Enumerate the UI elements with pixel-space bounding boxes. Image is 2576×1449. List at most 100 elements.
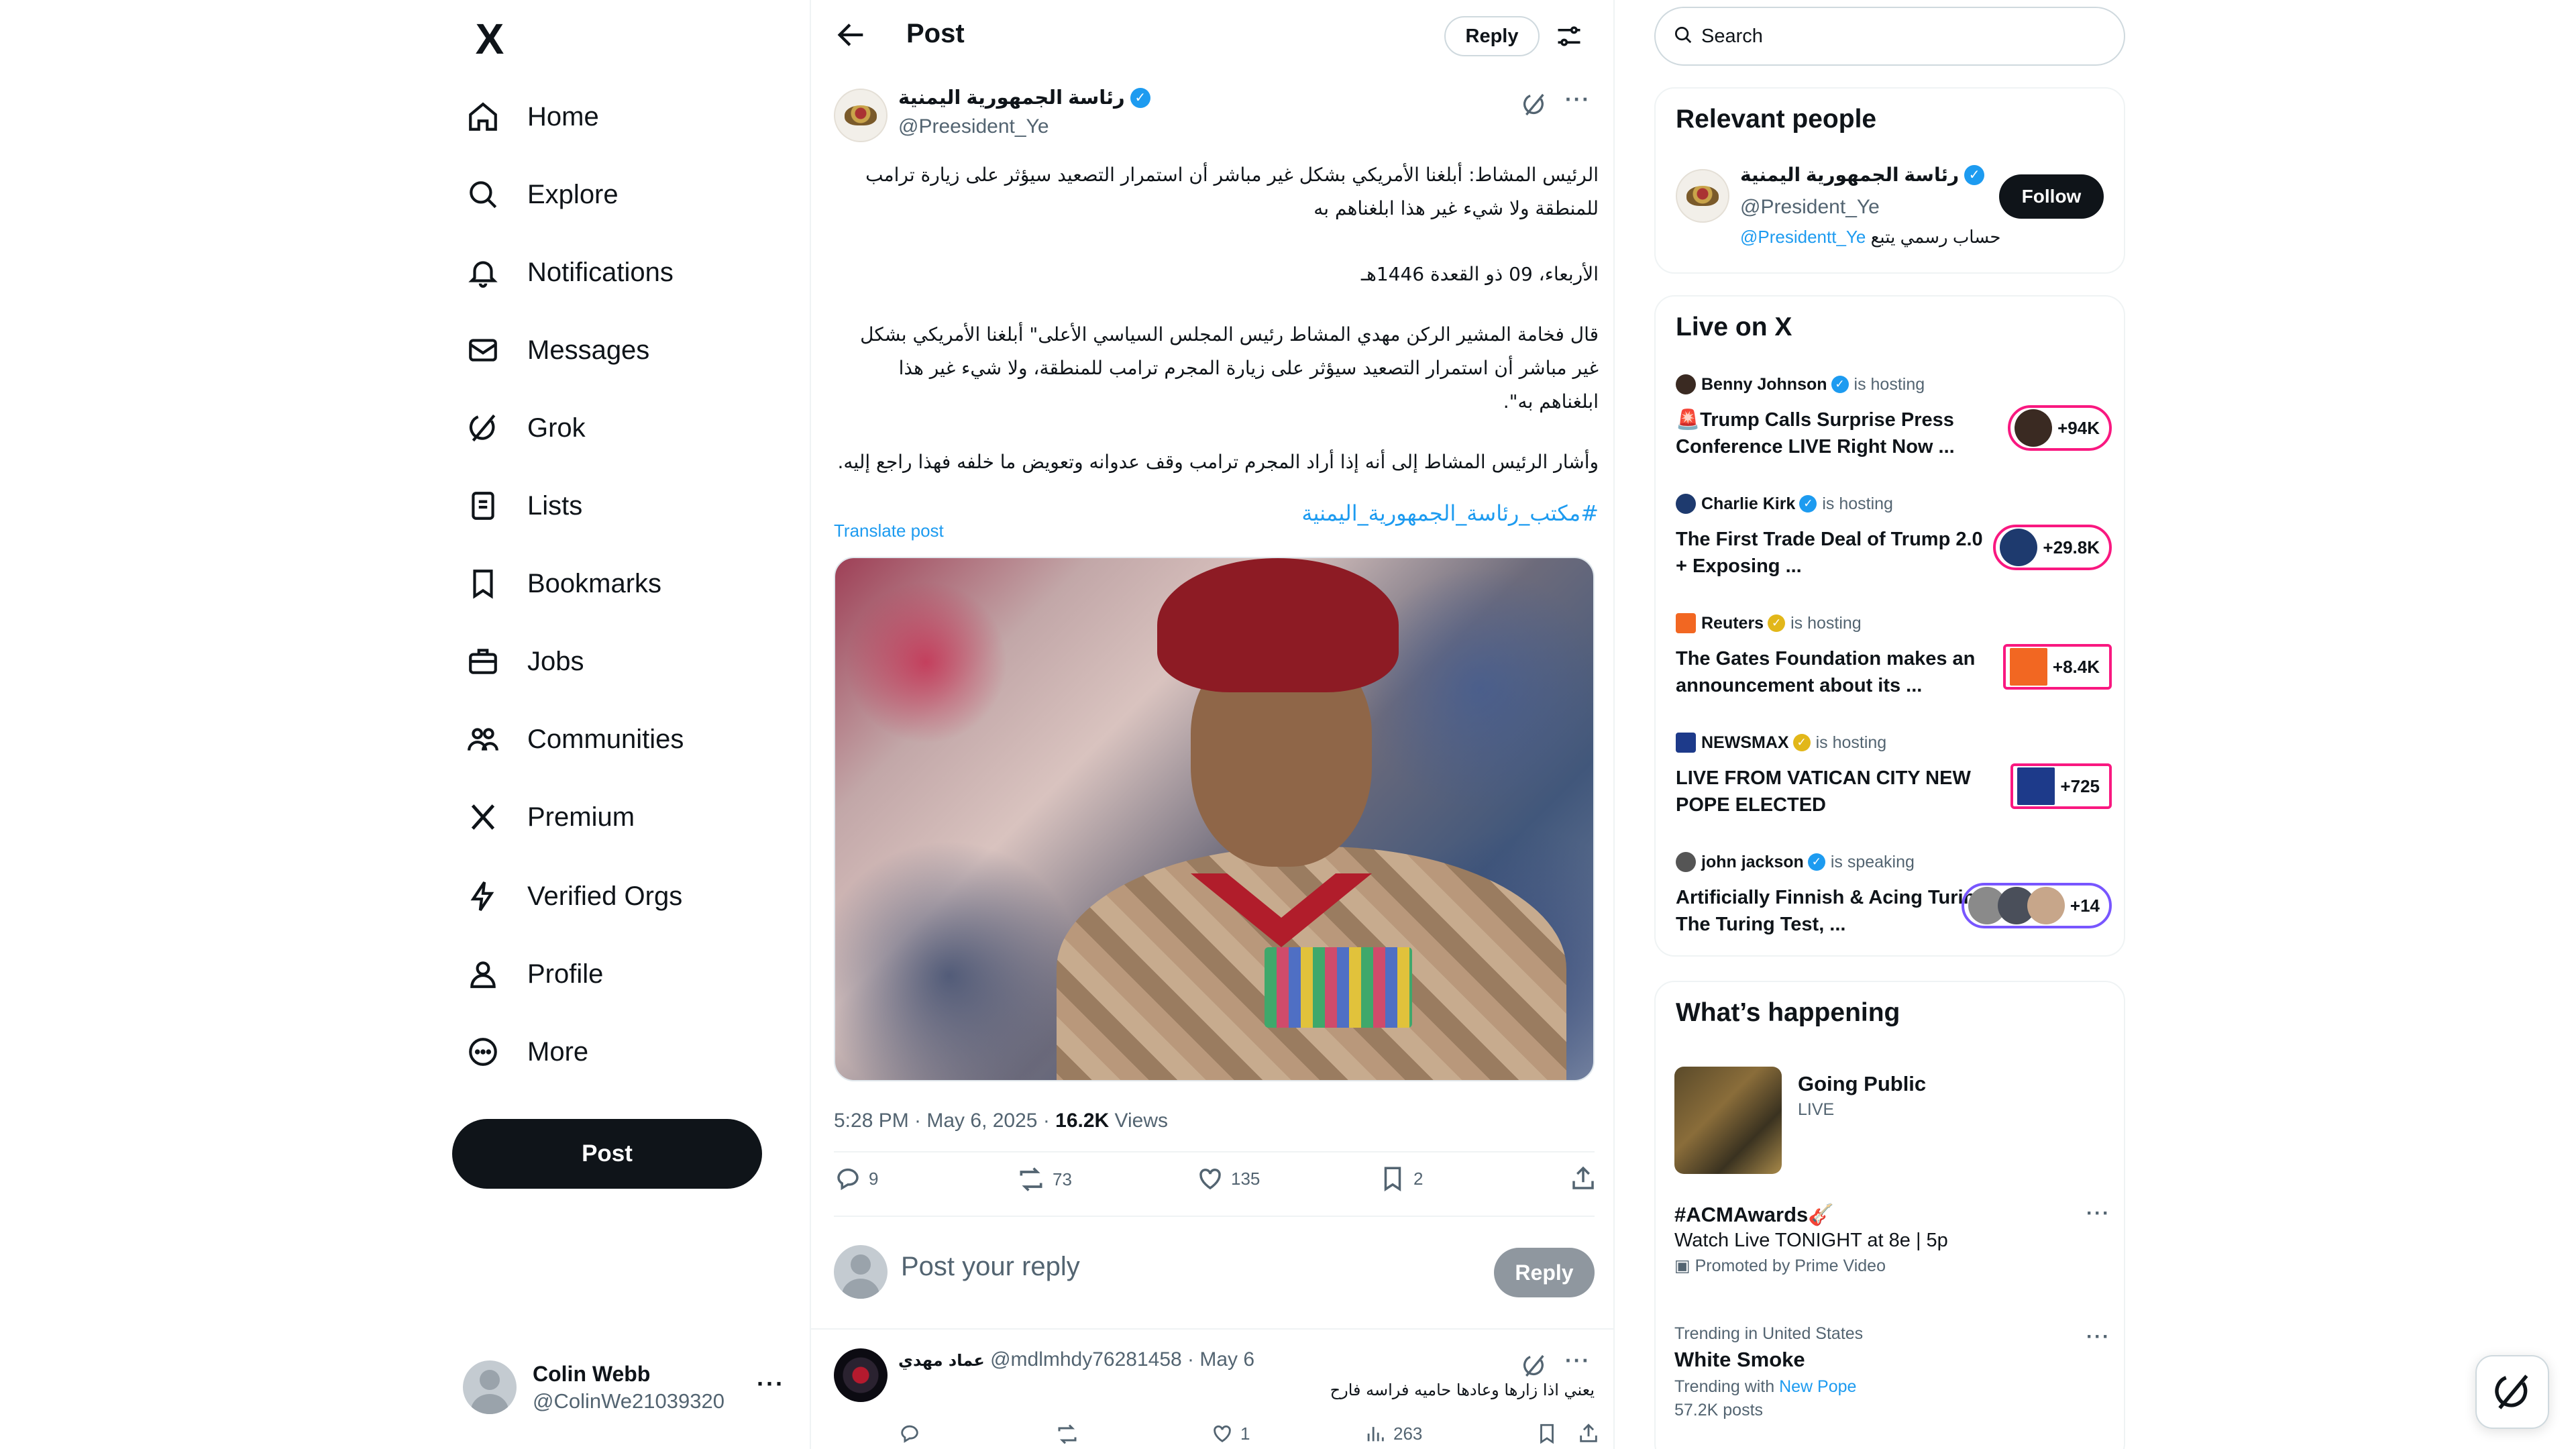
host-status: is hosting xyxy=(1854,374,1925,394)
bio-link[interactable]: @Presidentt_Ye xyxy=(1740,227,1866,247)
nav-explore[interactable]: Explore xyxy=(463,162,619,227)
trend-title: #ACMAwards🎸 xyxy=(1674,1203,1834,1226)
nav-grok[interactable]: Grok xyxy=(463,396,586,460)
event-title[interactable]: Going Public xyxy=(1798,1072,1926,1096)
repost-icon xyxy=(1058,1424,1077,1444)
grok-icon[interactable] xyxy=(1521,1352,1548,1379)
live-item[interactable]: Reuters ✓ is hosting The Gates Foundatio… xyxy=(1676,613,2112,720)
sliders-icon[interactable] xyxy=(1554,21,1584,51)
more-icon[interactable]: ··· xyxy=(2086,1326,2110,1348)
nav-communities[interactable]: Communities xyxy=(463,707,684,771)
nav-verified-orgs[interactable]: Verified Orgs xyxy=(463,864,682,928)
follow-button[interactable]: Follow xyxy=(1999,174,2104,219)
search-icon xyxy=(1673,25,1693,48)
avatar[interactable] xyxy=(834,1348,888,1402)
avatar[interactable] xyxy=(1676,169,1729,223)
author-handle[interactable]: @Preesident_Ye xyxy=(898,115,1049,138)
bookmark-action[interactable] xyxy=(1536,1422,1565,1445)
listener-avatar xyxy=(2000,529,2038,566)
tweet-image[interactable] xyxy=(834,557,1595,1081)
repost-action[interactable]: 73 xyxy=(1016,1165,1072,1194)
reply-action[interactable]: 9 xyxy=(834,1165,878,1193)
nav-label: Profile xyxy=(527,959,604,989)
grok-icon[interactable] xyxy=(1521,91,1548,118)
nav-more[interactable]: More xyxy=(463,1020,588,1084)
reply-action[interactable] xyxy=(898,1422,928,1445)
post-button[interactable]: Post xyxy=(452,1119,762,1189)
listener-avatar xyxy=(2027,887,2065,924)
trend-subtitle: Watch Live TONIGHT at 8e | 5p xyxy=(1674,1230,1948,1251)
card-title: What’s happening xyxy=(1676,998,1900,1027)
grok-floating-button[interactable] xyxy=(2475,1355,2549,1429)
nav-messages[interactable]: Messages xyxy=(463,318,649,382)
like-action[interactable]: 135 xyxy=(1196,1165,1260,1193)
nav-label: Communities xyxy=(527,724,684,754)
reply-date[interactable]: · May 6 xyxy=(1182,1348,1254,1371)
listener-count: +14 xyxy=(2070,895,2100,916)
author-name[interactable]: رئاسة الجمهورية اليمنية ✓ xyxy=(898,86,1150,109)
hashtag-link[interactable]: #مكتب_رئاسة_الجمهورية_اليمنية xyxy=(834,496,1599,530)
divider xyxy=(834,1151,1595,1152)
reply-author-handle[interactable]: @mdlmhdy76281458 xyxy=(990,1348,1182,1371)
reply-submit-button[interactable]: Reply xyxy=(1494,1248,1595,1297)
person-handle[interactable]: @President_Ye xyxy=(1740,196,1880,219)
nav-notifications[interactable]: Notifications xyxy=(463,240,674,305)
nav-home[interactable]: Home xyxy=(463,85,599,149)
live-title: 🚨Trump Calls Surprise Press Conference L… xyxy=(1676,409,1955,458)
promoted-icon: ▣ xyxy=(1674,1256,1695,1275)
live-host: Charlie Kirk ✓ is hosting xyxy=(1676,494,1893,514)
back-arrow-icon[interactable] xyxy=(834,17,869,52)
bookmark-icon xyxy=(1384,1167,1401,1192)
nav-lists[interactable]: Lists xyxy=(463,474,582,538)
x-logo-icon[interactable]: X xyxy=(463,12,517,66)
post-detail-column: Post Reply رئاسة الجمهورية اليمنية ✓ @Pr… xyxy=(810,0,1615,1449)
bookmark-icon xyxy=(1540,1424,1554,1444)
more-icon[interactable]: ··· xyxy=(757,1370,785,1398)
more-icon[interactable]: ··· xyxy=(1565,1348,1591,1373)
nav-label: Grok xyxy=(527,413,586,443)
reply-tweet[interactable]: عماد مهدي @mdlmhdy76281458 · May 6 ··· ي… xyxy=(834,1342,1597,1449)
live-host: john jackson ✓ is speaking xyxy=(1676,852,1915,872)
trend-item[interactable]: #ACMAwards🎸 Watch Live TONIGHT at 8e | 5… xyxy=(1674,1202,2110,1276)
more-circle-icon xyxy=(463,1032,503,1072)
more-icon[interactable]: ··· xyxy=(1565,87,1591,112)
reply-actions: 1 263 xyxy=(898,1422,1597,1449)
trend-context: Trending in United States xyxy=(1674,1324,1864,1343)
share-action[interactable] xyxy=(1577,1422,1607,1445)
live-item[interactable]: Benny Johnson ✓ is hosting 🚨Trump Calls … xyxy=(1676,374,2112,482)
host-name: Reuters xyxy=(1701,613,1764,633)
search-input[interactable]: Search xyxy=(1654,7,2125,66)
nav-jobs[interactable]: Jobs xyxy=(463,629,584,694)
reply-input[interactable]: Post your reply xyxy=(901,1252,1080,1282)
reply-icon xyxy=(837,1168,859,1191)
trend-item[interactable]: Trending in United States White Smoke Tr… xyxy=(1674,1324,2110,1420)
reply-button[interactable]: Reply xyxy=(1444,16,1540,56)
tweet-timestamp[interactable]: 5:28 PM · May 6, 2025 · xyxy=(834,1110,1055,1132)
live-item[interactable]: john jackson ✓ is speaking Artificially … xyxy=(1676,852,2112,959)
nav-profile[interactable]: Profile xyxy=(463,942,603,1006)
views-action[interactable]: 263 xyxy=(1364,1422,1422,1445)
bookmark-icon xyxy=(463,564,503,604)
more-icon[interactable]: ··· xyxy=(2086,1202,2110,1225)
translate-post-link[interactable]: Translate post xyxy=(834,521,944,541)
bookmark-action[interactable]: 2 xyxy=(1379,1165,1423,1193)
person-name[interactable]: رئاسة الجمهورية اليمنية ✓ xyxy=(1740,164,1985,186)
share-action[interactable] xyxy=(1569,1165,1604,1193)
like-action[interactable]: 1 xyxy=(1211,1422,1250,1445)
relevant-people-card: Relevant people رئاسة الجمهورية اليمنية … xyxy=(1654,87,2125,274)
listener-avatar xyxy=(2009,648,2047,686)
live-item[interactable]: NEWSMAX ✓ is hosting LIVE FROM VATICAN C… xyxy=(1676,733,2112,840)
avatar[interactable] xyxy=(834,89,888,142)
grok-icon xyxy=(2495,1375,2528,1409)
reply-author-name[interactable]: عماد مهدي xyxy=(898,1351,985,1370)
views-count: 263 xyxy=(1393,1423,1423,1444)
trend-with-link[interactable]: New Pope xyxy=(1779,1377,1856,1396)
nav-label: Lists xyxy=(527,490,583,521)
live-item[interactable]: Charlie Kirk ✓ is hosting The First Trad… xyxy=(1676,494,2112,601)
nav-premium[interactable]: Premium xyxy=(463,785,635,849)
event-thumbnail[interactable] xyxy=(1674,1067,1782,1174)
repost-action[interactable] xyxy=(1055,1422,1086,1446)
account-switcher[interactable]: Colin Webb @ColinWe21039320 ··· xyxy=(463,1354,785,1421)
nav-bookmarks[interactable]: Bookmarks xyxy=(463,551,661,616)
live-listeners: +725 xyxy=(2010,763,2112,809)
